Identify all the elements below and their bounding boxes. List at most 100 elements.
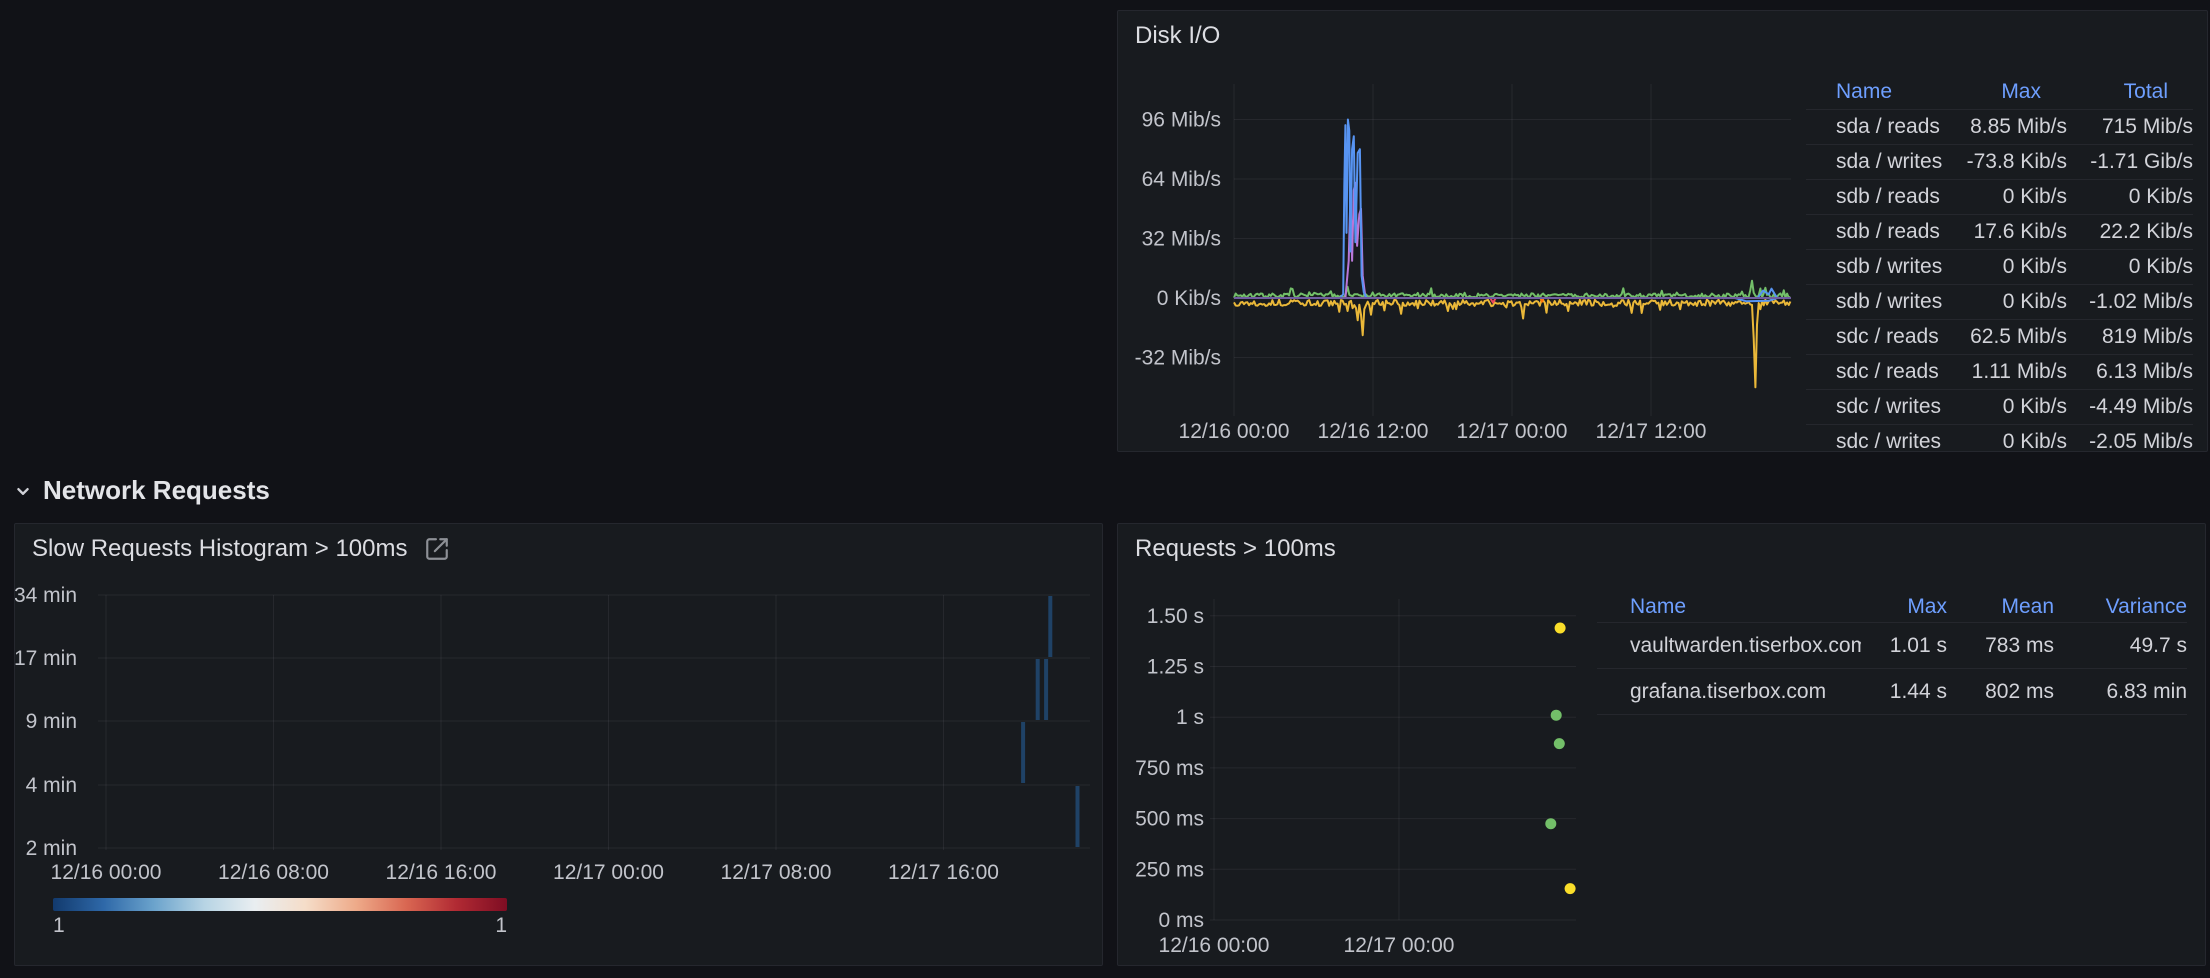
x-axis-tick-label: 12/16 08:00 xyxy=(218,861,329,884)
legend-cell-name: sdc / reads xyxy=(1836,360,1949,384)
legend-header-variance[interactable]: Variance xyxy=(2054,595,2187,619)
legend-cell-max: 62.5 Mib/s xyxy=(1949,325,2067,349)
legend-header-total[interactable]: Total xyxy=(2067,80,2193,104)
chevron-down-icon xyxy=(12,480,34,502)
legend-row[interactable]: sdc / writes0 Kib/s-2.05 Mib/s xyxy=(1806,424,2193,452)
legend-cell-name: sdc / writes xyxy=(1836,395,1949,419)
legend-row[interactable]: sdc / reads62.5 Mib/s819 Mib/s xyxy=(1806,319,2193,354)
panel-title-disk-io[interactable]: Disk I/O xyxy=(1135,22,1220,50)
legend-cell-max: -73.8 Kib/s xyxy=(1949,150,2067,174)
legend-cell-max: 0 Kib/s xyxy=(1949,255,2067,279)
requests-legend-table: NameMaxMeanVariancevaultwarden.tiserbox.… xyxy=(1597,592,2187,715)
legend-cell-max: 1.44 s xyxy=(1861,680,1947,704)
x-axis-tick-label: 12/16 00:00 xyxy=(1179,420,1290,443)
legend-header-row: NameMaxTotal xyxy=(1806,75,2193,109)
panel-requests: Requests > 100ms 1.50 s1.25 s1 s750 ms50… xyxy=(1117,523,2206,966)
y-axis-tick-label: 1 s xyxy=(1176,706,1204,729)
legend-row[interactable]: vaultwarden.tiserbox.com1.01 s783 ms49.7… xyxy=(1597,622,2187,668)
legend-cell-name: sdb / reads xyxy=(1836,220,1949,244)
legend-cell-name: vaultwarden.tiserbox.com xyxy=(1630,634,1861,658)
legend-cell-total: -1.71 Gib/s xyxy=(2067,150,2193,174)
legend-row[interactable]: sdb / reads0 Kib/s0 Kib/s xyxy=(1806,179,2193,214)
legend-cell-max: 0 Kib/s xyxy=(1949,290,2067,314)
heatmap-cell xyxy=(1021,722,1025,783)
x-axis-tick-label: 12/16 00:00 xyxy=(1159,934,1270,957)
scatter-point xyxy=(1565,883,1576,894)
legend-cell-name: grafana.tiserbox.com xyxy=(1630,680,1861,704)
external-link-icon[interactable] xyxy=(424,536,450,562)
legend-header-row: NameMaxMeanVariance xyxy=(1597,592,2187,622)
section-network-requests[interactable]: Network Requests xyxy=(12,475,270,506)
panel-title-text: Slow Requests Histogram > 100ms xyxy=(32,535,408,563)
legend-cell-name: sdb / writes xyxy=(1836,290,1949,314)
panel-title-text: Disk I/O xyxy=(1135,22,1220,50)
series-line xyxy=(1340,120,1777,299)
legend-row[interactable]: sda / writes-73.8 Kib/s-1.71 Gib/s xyxy=(1806,144,2193,179)
legend-cell-total: -4.49 Mib/s xyxy=(2067,395,2193,419)
legend-cell-name: sdb / reads xyxy=(1836,185,1949,209)
heatmap-color-scale xyxy=(53,898,507,911)
y-axis-tick-label: 500 ms xyxy=(1135,808,1204,831)
legend-row[interactable]: sdb / writes0 Kib/s0 Kib/s xyxy=(1806,249,2193,284)
y-axis-tick-label: -32 Mib/s xyxy=(1135,347,1221,370)
y-axis-tick-label: 17 min xyxy=(15,647,77,670)
legend-cell-total: -1.02 Mib/s xyxy=(2067,290,2193,314)
legend-cell-max: 8.85 Mib/s xyxy=(1949,115,2067,139)
legend-header-max[interactable]: Max xyxy=(1949,80,2067,104)
x-axis-tick-label: 12/17 12:00 xyxy=(1596,420,1707,443)
legend-cell-name: sda / writes xyxy=(1836,150,1949,174)
y-axis-tick-label: 64 Mib/s xyxy=(1142,168,1221,191)
legend-header-mean[interactable]: Mean xyxy=(1947,595,2054,619)
legend-divider xyxy=(1597,714,2187,715)
legend-row[interactable]: sda / reads8.85 Mib/s715 Mib/s xyxy=(1806,109,2193,144)
y-axis-tick-label: 32 Mib/s xyxy=(1142,227,1221,250)
panel-title-requests[interactable]: Requests > 100ms xyxy=(1135,535,1336,563)
legend-cell-total: 22.2 Kib/s xyxy=(2067,220,2193,244)
requests-chart[interactable]: 1.50 s1.25 s1 s750 ms500 ms250 ms0 ms12/… xyxy=(1118,524,2205,965)
legend-cell-variance: 6.83 min xyxy=(2054,680,2187,704)
x-axis-tick-label: 12/17 00:00 xyxy=(1344,934,1455,957)
panel-title-histogram[interactable]: Slow Requests Histogram > 100ms xyxy=(32,535,450,563)
legend-cell-max: 1.01 s xyxy=(1861,634,1947,658)
legend-cell-max: 17.6 Kib/s xyxy=(1949,220,2067,244)
section-title: Network Requests xyxy=(43,475,270,506)
y-axis-tick-label: 1.50 s xyxy=(1147,605,1204,628)
x-axis-tick-label: 12/17 16:00 xyxy=(888,861,999,884)
scatter-point xyxy=(1555,623,1566,634)
disk-legend-table: NameMaxTotalsda / reads8.85 Mib/s715 Mib… xyxy=(1806,75,2193,452)
legend-cell-total: 0 Kib/s xyxy=(2067,255,2193,279)
color-scale-max-label: 1 xyxy=(475,914,507,938)
legend-cell-max: 0 Kib/s xyxy=(1949,395,2067,419)
legend-row[interactable]: sdb / writes0 Kib/s-1.02 Mib/s xyxy=(1806,284,2193,319)
heatmap-cell xyxy=(1048,596,1052,657)
legend-cell-total: 0 Kib/s xyxy=(2067,185,2193,209)
legend-row[interactable]: grafana.tiserbox.com1.44 s802 ms6.83 min xyxy=(1597,668,2187,714)
legend-row[interactable]: sdb / reads17.6 Kib/s22.2 Kib/s xyxy=(1806,214,2193,249)
x-axis-tick-label: 12/16 16:00 xyxy=(386,861,497,884)
color-scale-min-label: 1 xyxy=(53,914,65,938)
x-axis-tick-label: 12/16 12:00 xyxy=(1318,420,1429,443)
y-axis-tick-label: 34 min xyxy=(15,584,77,607)
heatmap-cell xyxy=(1036,659,1040,720)
legend-cell-max: 0 Kib/s xyxy=(1949,185,2067,209)
y-axis-tick-label: 0 ms xyxy=(1158,909,1204,932)
legend-header-name[interactable]: Name xyxy=(1630,595,1861,619)
y-axis-tick-label: 0 Kib/s xyxy=(1157,287,1221,310)
scatter-point xyxy=(1545,818,1556,829)
y-axis-tick-label: 2 min xyxy=(26,837,77,860)
x-axis-tick-label: 12/17 00:00 xyxy=(553,861,664,884)
panel-disk-io: Disk I/O 96 Mib/s64 Mib/s32 Mib/s0 Kib/s… xyxy=(1117,10,2208,452)
legend-header-name[interactable]: Name xyxy=(1836,80,1949,104)
y-axis-tick-label: 250 ms xyxy=(1135,858,1204,881)
legend-row[interactable]: sdc / reads1.11 Mib/s6.13 Mib/s xyxy=(1806,354,2193,389)
legend-cell-mean: 783 ms xyxy=(1947,634,2054,658)
legend-cell-name: sdc / writes xyxy=(1836,430,1949,452)
legend-row[interactable]: sdc / writes0 Kib/s-4.49 Mib/s xyxy=(1806,389,2193,424)
y-axis-tick-label: 1.25 s xyxy=(1147,656,1204,679)
panel-title-text: Requests > 100ms xyxy=(1135,535,1336,563)
y-axis-tick-label: 4 min xyxy=(26,774,77,797)
legend-cell-total: 819 Mib/s xyxy=(2067,325,2193,349)
legend-cell-max: 1.11 Mib/s xyxy=(1949,360,2067,384)
legend-header-max[interactable]: Max xyxy=(1861,595,1947,619)
legend-cell-total: 715 Mib/s xyxy=(2067,115,2193,139)
